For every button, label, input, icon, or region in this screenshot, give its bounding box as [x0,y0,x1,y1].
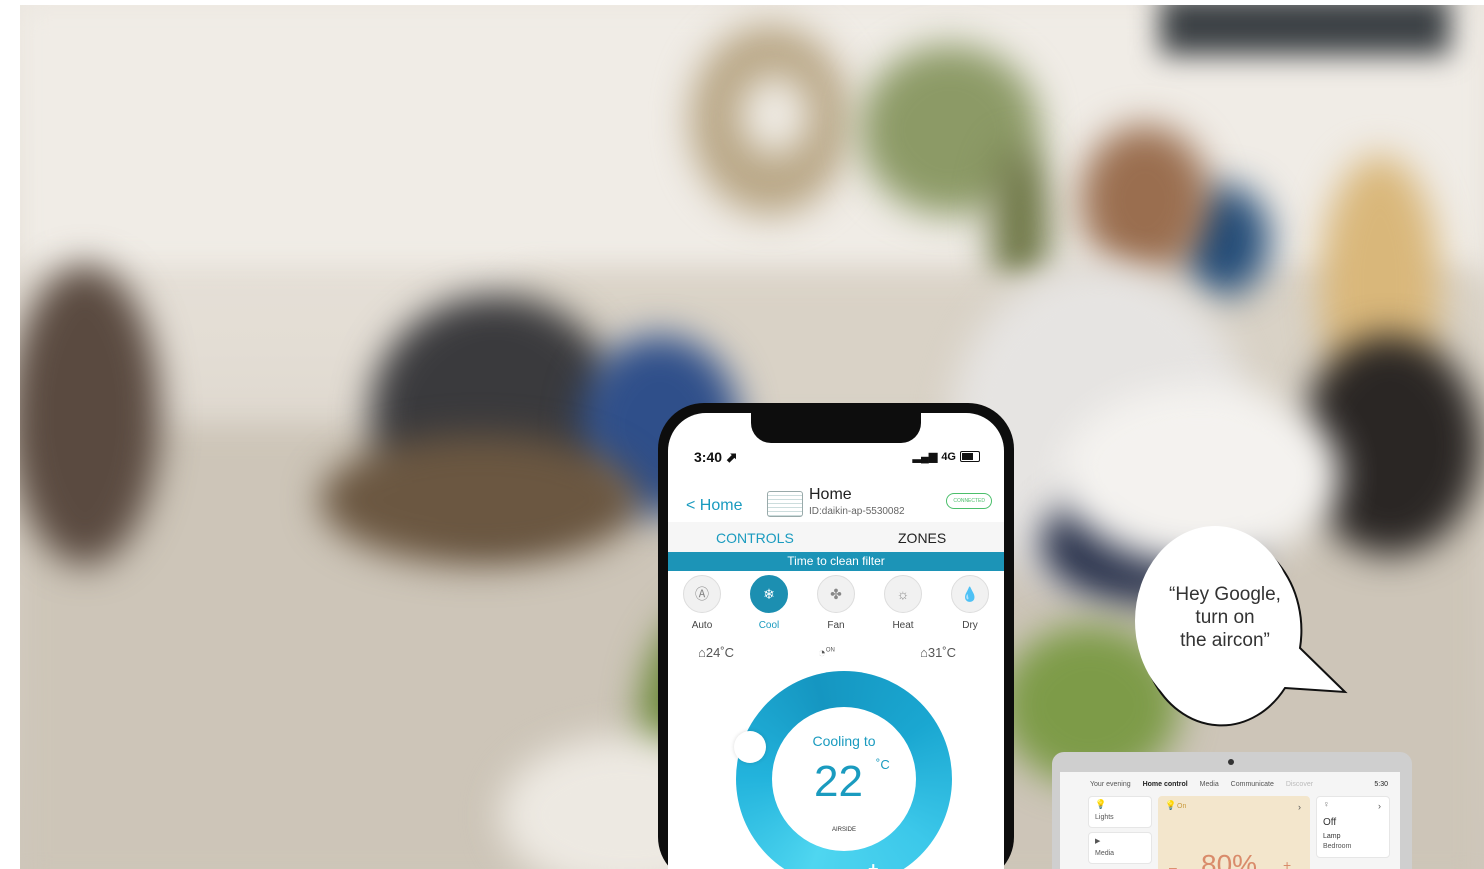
media-label: Media [1095,850,1115,857]
lamp-state: Off [1323,817,1337,828]
lamp-name: Lamp [1323,833,1341,840]
speech-line: “Hey Google, [1169,584,1281,605]
play-icon: ▶ [1095,838,1101,845]
brightness-value: 80% [1201,849,1258,869]
hub-tab[interactable]: Media [1200,781,1219,788]
media-card[interactable]: ▶ Media [1088,832,1152,864]
smart-display: Your evening Home control Media Communic… [1052,752,1412,869]
lamp-card[interactable]: ♀ › Off Lamp Bedroom [1316,796,1390,858]
hub-tab[interactable]: Communicate [1231,781,1274,788]
lights-card[interactable]: 💡 Lights [1088,796,1152,828]
brightness-increase[interactable]: + [1283,857,1291,869]
hub-tab[interactable]: Your evening [1090,781,1131,788]
smart-display-screen: Your evening Home control Media Communic… [1060,772,1400,869]
brightness-decrease[interactable]: – [1169,859,1177,869]
scene: 3:40 ⬈ ▂▄▆ 4G < Home Home ID:daikin-ap-5… [0,0,1484,869]
hub-clock: 5:30 [1374,781,1388,788]
hub-tab-active[interactable]: Home control [1143,781,1188,788]
bulb-on-icon: 💡 [1165,800,1177,810]
lights-label: Lights [1095,814,1114,821]
bulb-off-icon: ♀ [1323,799,1330,809]
speech-line: turn on [1195,607,1255,628]
hub-tab-bar: Your evening Home control Media Communic… [1090,781,1323,788]
bulb-icon: 💡 [1095,799,1107,809]
lamp-room: Bedroom [1323,843,1352,850]
light-status: On [1177,803,1187,810]
chevron-right-icon: › [1378,801,1381,811]
speech-text: “Hey Google, turn on the aircon” [1145,583,1305,652]
speech-bubble [1135,526,1348,727]
camera-icon [1228,759,1234,765]
speech-line: the aircon” [1180,630,1270,651]
hub-tab[interactable]: Discover [1286,781,1313,788]
light-control-card[interactable]: 💡 On › – 80% + [1158,796,1310,869]
chevron-right-icon: › [1298,802,1301,812]
